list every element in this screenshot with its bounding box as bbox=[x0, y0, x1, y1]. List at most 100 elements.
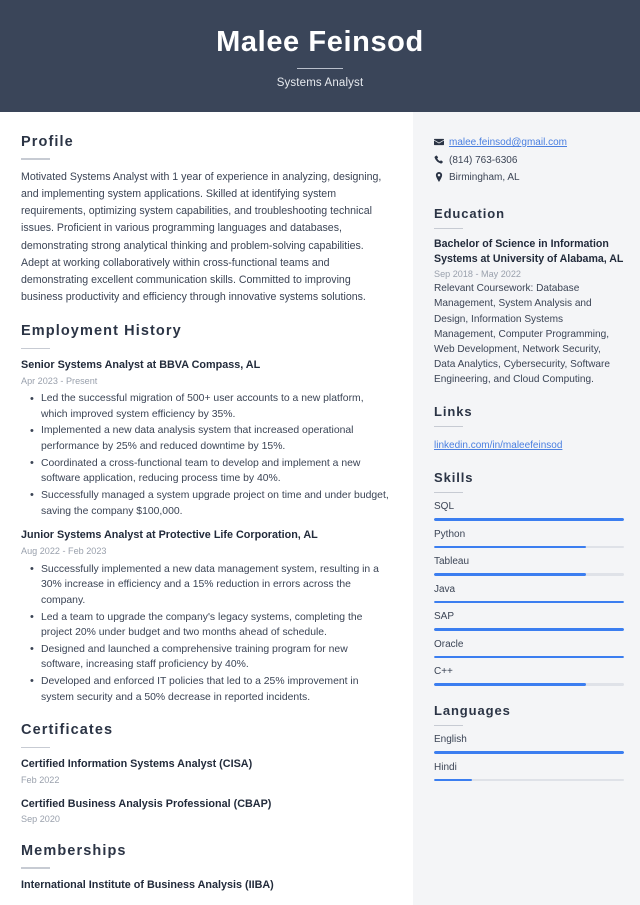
skill-bar-track bbox=[434, 683, 624, 686]
employment-heading: Employment History bbox=[21, 323, 182, 340]
job-bullet: Designed and launched a comprehensive tr… bbox=[21, 641, 391, 674]
profile-heading-rule bbox=[21, 158, 50, 160]
section-employment: Employment History Senior Systems Analys… bbox=[21, 323, 391, 705]
job-date: Aug 2022 - Feb 2023 bbox=[21, 545, 107, 556]
language-bar-track bbox=[434, 778, 624, 782]
skill-item: SAP bbox=[434, 611, 624, 631]
skills-heading: Skills bbox=[434, 470, 474, 486]
skill-item: Java bbox=[434, 584, 624, 604]
skill-item: SQL bbox=[434, 501, 624, 521]
membership-entry: International Institute of Business Anal… bbox=[21, 878, 391, 893]
education-date: Sep 2018 - May 2022 bbox=[434, 268, 521, 279]
envelope-icon bbox=[434, 136, 449, 147]
skill-bar-track bbox=[434, 518, 624, 521]
skill-bar-fill bbox=[434, 628, 624, 631]
skill-bar-track bbox=[434, 628, 624, 631]
resume-header: Malee Feinsod Systems Analyst bbox=[0, 0, 640, 112]
resume-body: Profile Motivated Systems Analyst with 1… bbox=[0, 112, 640, 905]
certificate-title: Certified Information Systems Analyst (C… bbox=[21, 758, 253, 771]
certificate-date: Sep 2020 bbox=[21, 814, 60, 825]
links-heading-rule bbox=[434, 425, 463, 428]
skill-label: Oracle bbox=[434, 638, 464, 650]
skill-bar-fill bbox=[434, 573, 586, 576]
section-certificates: Certificates Certified Information Syste… bbox=[21, 722, 391, 825]
job-title: Junior Systems Analyst at Protective Lif… bbox=[21, 529, 318, 542]
header-divider bbox=[297, 67, 343, 69]
skill-bar-track bbox=[434, 600, 624, 604]
skill-bar-fill bbox=[434, 545, 586, 549]
language-item: English bbox=[434, 734, 624, 754]
education-degree: Bachelor of Science in Information Syste… bbox=[434, 238, 624, 265]
contact-location-text: Birmingham, AL bbox=[449, 172, 520, 183]
section-languages: Languages English Hindi bbox=[434, 702, 624, 782]
language-bar-fill bbox=[434, 778, 472, 782]
candidate-name: Malee Feinsod bbox=[216, 26, 424, 59]
education-heading-rule bbox=[434, 227, 463, 230]
contact-phone-row: (814) 763-6306 bbox=[434, 154, 624, 167]
contact-email-link[interactable]: malee.feinsod@gmail.com bbox=[449, 136, 567, 149]
skill-bar-track bbox=[434, 545, 624, 549]
skill-bar-track bbox=[434, 655, 624, 659]
linkedin-link[interactable]: linkedin.com/in/maleefeinsod bbox=[434, 440, 562, 451]
certificates-heading: Certificates bbox=[21, 722, 114, 739]
memberships-heading: Memberships bbox=[21, 842, 127, 859]
contact-email-row: malee.feinsod@gmail.com bbox=[434, 136, 624, 149]
language-bar-track bbox=[434, 751, 624, 754]
skill-bar-fill bbox=[434, 683, 586, 686]
job-bullets: Successfully implemented a new data mana… bbox=[21, 561, 391, 706]
job-bullet: Led the successful migration of 500+ use… bbox=[21, 391, 391, 423]
section-links: Links linkedin.com/in/maleefeinsod bbox=[434, 404, 624, 453]
languages-heading: Languages bbox=[434, 702, 511, 718]
skill-bar-track bbox=[434, 573, 624, 576]
profile-text: Motivated Systems Analyst with 1 year of… bbox=[21, 170, 382, 303]
job-bullet: Successfully implemented a new data mana… bbox=[21, 561, 391, 609]
section-memberships: Memberships International Institute of B… bbox=[21, 843, 391, 892]
location-pin-icon bbox=[434, 171, 449, 182]
certificates-heading-rule bbox=[21, 746, 50, 749]
certificate-entry: Certified Information Systems Analyst (C… bbox=[21, 757, 391, 786]
job-title: Senior Systems Analyst at BBVA Compass, … bbox=[21, 359, 261, 372]
main-column: Profile Motivated Systems Analyst with 1… bbox=[0, 112, 413, 905]
resume-page: Malee Feinsod Systems Analyst Profile Mo… bbox=[0, 0, 640, 905]
language-item: Hindi bbox=[434, 762, 624, 782]
membership-title: International Institute of Business Anal… bbox=[21, 878, 274, 891]
section-profile: Profile Motivated Systems Analyst with 1… bbox=[21, 134, 391, 306]
skill-item: C++ bbox=[434, 666, 624, 686]
skill-bar-fill bbox=[434, 655, 624, 659]
language-bar-fill bbox=[434, 751, 624, 754]
skill-label: SAP bbox=[434, 611, 455, 623]
employment-entry: Senior Systems Analyst at BBVA Compass, … bbox=[21, 358, 391, 519]
skill-label: SQL bbox=[434, 501, 455, 513]
job-bullet: Led a team to upgrade the company's lega… bbox=[21, 609, 391, 642]
phone-icon bbox=[434, 154, 449, 165]
certificate-title: Certified Business Analysis Professional… bbox=[21, 797, 272, 810]
profile-heading: Profile bbox=[21, 134, 74, 150]
job-bullet: Developed and enforced IT policies that … bbox=[21, 673, 391, 706]
job-bullet: Coordinated a cross-functional team to d… bbox=[21, 455, 391, 488]
candidate-job-title: Systems Analyst bbox=[276, 76, 364, 89]
skill-item: Tableau bbox=[434, 556, 624, 576]
job-bullet: Successfully managed a system upgrade pr… bbox=[21, 487, 391, 520]
languages-heading-rule bbox=[434, 724, 463, 727]
employment-heading-rule bbox=[21, 347, 50, 350]
certificate-date: Feb 2022 bbox=[21, 774, 60, 785]
skill-item: Python bbox=[434, 529, 624, 549]
contact-list: malee.feinsod@gmail.com (814) 763-6306 B… bbox=[434, 136, 624, 184]
skill-label: Python bbox=[434, 528, 466, 540]
certificate-entry: Certified Business Analysis Professional… bbox=[21, 797, 391, 826]
contact-phone-text: (814) 763-6306 bbox=[449, 154, 518, 166]
skill-bar-fill bbox=[434, 518, 624, 521]
language-label: English bbox=[434, 734, 467, 746]
skills-heading-rule bbox=[434, 491, 463, 494]
job-date: Apr 2023 - Present bbox=[21, 375, 98, 386]
education-heading: Education bbox=[434, 206, 505, 221]
contact-location-row: Birmingham, AL bbox=[434, 171, 624, 184]
job-bullets: Led the successful migration of 500+ use… bbox=[21, 391, 391, 519]
skill-label: C++ bbox=[434, 666, 453, 678]
skill-label: Java bbox=[434, 583, 456, 595]
sidebar-column: malee.feinsod@gmail.com (814) 763-6306 B… bbox=[413, 112, 640, 905]
language-label: Hindi bbox=[434, 761, 457, 773]
employment-entry: Junior Systems Analyst at Protective Lif… bbox=[21, 528, 391, 705]
skill-label: Tableau bbox=[434, 556, 470, 568]
skill-item: Oracle bbox=[434, 639, 624, 659]
